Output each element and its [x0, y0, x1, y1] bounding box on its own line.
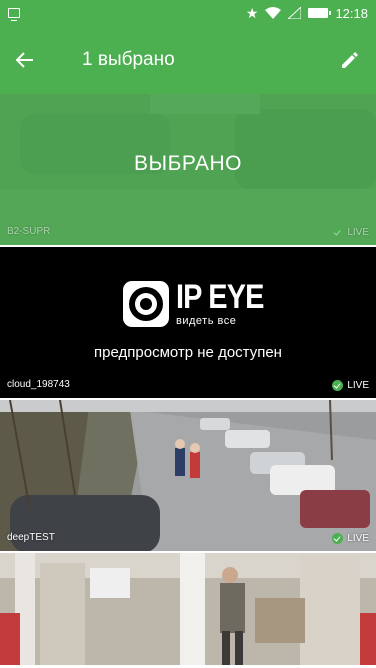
- logo-subtitle: видеть все: [176, 315, 237, 327]
- live-label: LIVE: [347, 380, 369, 391]
- logo-title: IP EYE: [176, 278, 264, 316]
- status-time: 12:18: [335, 5, 368, 21]
- live-badge: LIVE: [332, 533, 369, 544]
- check-icon: [332, 380, 344, 391]
- battery-icon: [308, 8, 332, 18]
- status-bar: ★ 12:18: [0, 0, 376, 26]
- star-icon: ★: [245, 5, 259, 21]
- no-preview-message: предпросмотр не доступен: [94, 344, 282, 361]
- signal-icon: [288, 7, 302, 19]
- back-button[interactable]: [16, 40, 54, 80]
- camera-preview: [0, 553, 376, 665]
- arrow-back-icon: [16, 52, 33, 68]
- live-badge: LIVE: [332, 380, 369, 391]
- camera-tile-selected[interactable]: ВЫБРАНО B2-SUPR LIVE: [0, 94, 376, 247]
- camera-list: ВЫБРАНО B2-SUPR LIVE IP EYE видеть все п…: [0, 94, 376, 665]
- live-label: LIVE: [347, 227, 369, 238]
- camera-preview: [0, 400, 376, 551]
- camera-tile[interactable]: IP EYE видеть все предпросмотр не доступ…: [0, 247, 376, 400]
- live-label: LIVE: [347, 533, 369, 544]
- camera-name: B2-SUPR: [7, 226, 51, 237]
- selected-label: ВЫБРАНО: [134, 152, 242, 175]
- edit-button[interactable]: [320, 40, 360, 80]
- screen-cast-icon: [8, 8, 20, 21]
- camera-tile[interactable]: deepTEST LIVE: [0, 400, 376, 553]
- live-badge: LIVE: [332, 227, 369, 238]
- camera-name: deepTEST: [7, 532, 55, 543]
- ipeye-logo: IP EYE видеть все: [123, 280, 279, 327]
- camera-eye-icon: [123, 280, 169, 327]
- page-title: 1 выбрано: [82, 49, 175, 70]
- camera-tile[interactable]: [0, 553, 376, 665]
- camera-name: cloud_198743: [7, 379, 70, 390]
- check-icon: [332, 227, 344, 238]
- pencil-icon: [342, 52, 358, 68]
- check-icon: [332, 533, 344, 544]
- app-bar: 1 выбрано: [0, 26, 376, 94]
- wifi-icon: [265, 7, 282, 19]
